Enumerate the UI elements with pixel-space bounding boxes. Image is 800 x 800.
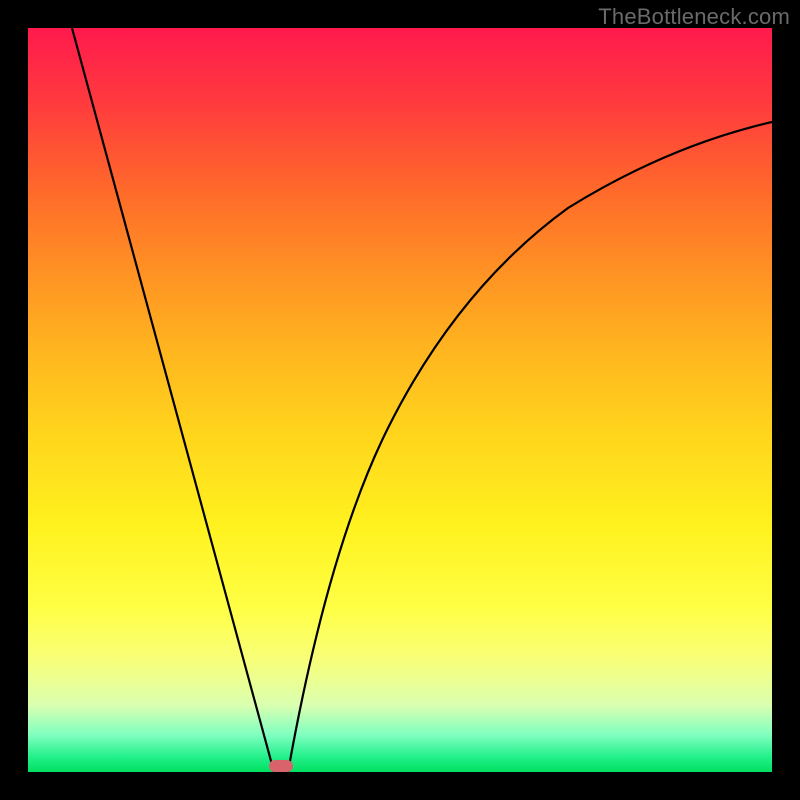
bottleneck-marker — [269, 760, 293, 772]
plot-area — [28, 28, 772, 772]
watermark-text: TheBottleneck.com — [598, 4, 790, 30]
bottleneck-curve — [28, 28, 772, 772]
chart-frame: TheBottleneck.com — [0, 0, 800, 800]
curve-left-branch — [72, 28, 274, 772]
curve-right-branch — [288, 122, 772, 772]
